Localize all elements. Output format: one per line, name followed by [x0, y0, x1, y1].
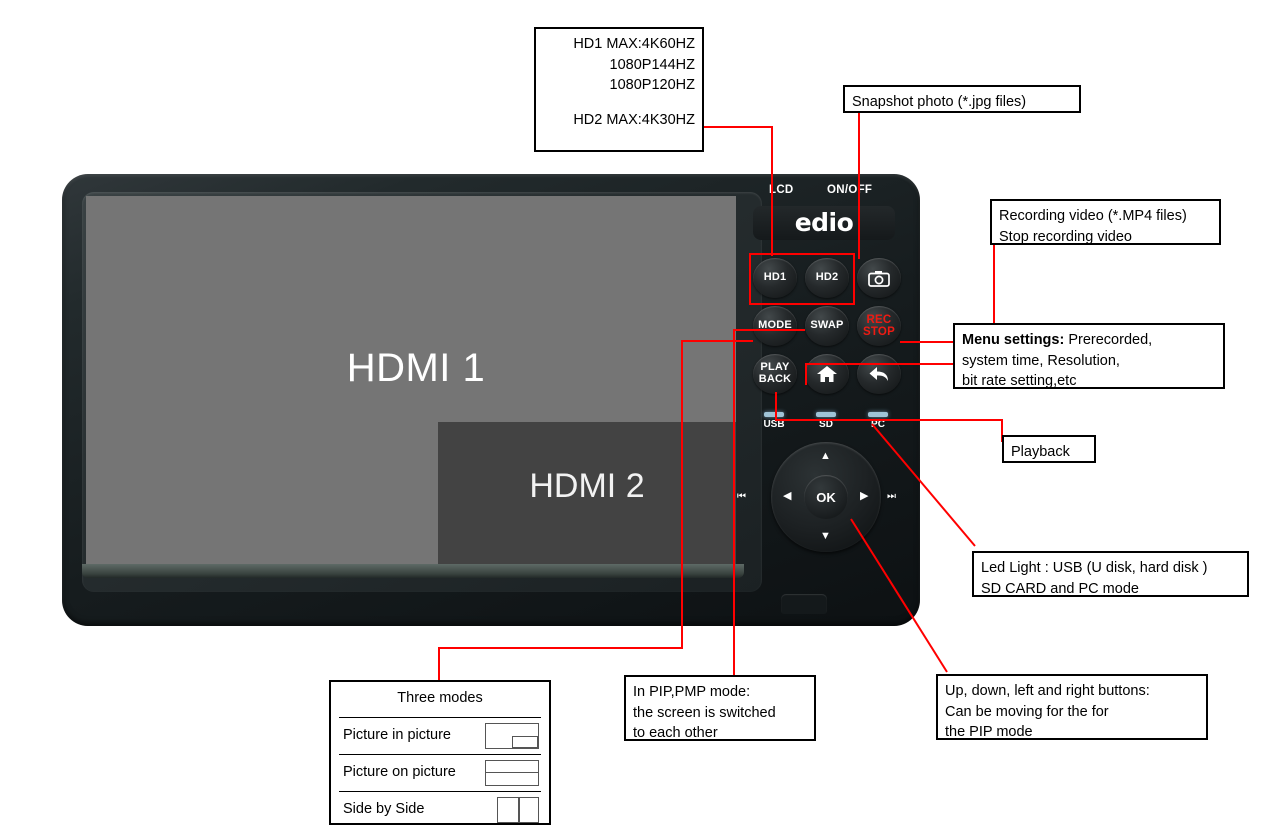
led-line2: SD CARD and PC mode	[981, 580, 1139, 597]
swap-note-line2: the screen is switched	[633, 704, 776, 721]
callout-three-modes: Three modes Picture in picture Picture o…	[329, 680, 551, 825]
diagram-canvas: HDMI 1 HDMI 2 LCD ON/OFF edio HD1 HD2 MO…	[0, 0, 1275, 839]
mode-label-pip: Picture in picture	[343, 727, 451, 744]
callout-led-light: Led Light : USB (U disk, hard disk ) SD …	[972, 551, 1249, 597]
hd-res-line1: HD1 MAX:4K60HZ	[573, 36, 695, 52]
menu-settings-line3: bit rate setting,etc	[962, 373, 1077, 390]
leader-modes-h	[438, 647, 683, 649]
led-line1: Led Light : USB (U disk, hard disk )	[981, 560, 1208, 576]
dpad-note-line2: Can be moving for the for	[945, 703, 1109, 720]
pop-icon	[485, 759, 539, 786]
callout-playback: Playback	[1002, 435, 1096, 463]
leader-swap-v	[733, 329, 735, 675]
dpad-note-line3: the PIP mode	[945, 724, 1033, 741]
recording-line1: Recording video (*.MP4 files)	[999, 208, 1187, 224]
menu-settings-bold: Menu settings:	[962, 332, 1065, 348]
callout-hd-resolutions: HD1 MAX:4K60HZ 1080P144HZ 1080P120HZ HD2…	[534, 27, 704, 152]
leader-swap-h	[733, 329, 805, 331]
callout-recording: Recording video (*.MP4 files) Stop recor…	[990, 199, 1221, 245]
menu-settings-line2: system time, Resolution,	[962, 352, 1120, 369]
swap-note-line1: In PIP,PMP mode:	[633, 684, 751, 700]
three-modes-row: Picture on picture	[339, 753, 541, 791]
recording-line2: Stop recording video	[999, 228, 1132, 245]
swap-note-line3: to each other	[633, 725, 718, 742]
leader-modes-h2	[681, 340, 753, 342]
mode-label-sbs: Side by Side	[343, 801, 425, 818]
three-modes-row: Picture in picture	[339, 716, 541, 754]
pip-icon	[485, 722, 539, 749]
callout-menu-settings: Menu settings: Prerecorded, system time,…	[953, 323, 1225, 389]
playback-text: Playback	[1011, 444, 1070, 460]
callout-snapshot: Snapshot photo (*.jpg files)	[843, 85, 1081, 113]
leader-modes-v2	[681, 340, 683, 647]
sbs-icon	[497, 796, 539, 823]
callout-dpad-note: Up, down, left and right buttons: Can be…	[936, 674, 1208, 740]
mode-label-pop: Picture on picture	[343, 764, 456, 781]
leader-modes-v1	[438, 647, 440, 680]
snapshot-text: Snapshot photo (*.jpg files)	[852, 94, 1027, 110]
hd-res-line3: 1080P120HZ	[609, 77, 695, 94]
menu-settings-rest: Prerecorded,	[1064, 332, 1153, 348]
three-modes-title: Three modes	[397, 690, 483, 706]
three-modes-row: Side by Side	[339, 790, 541, 828]
dpad-note-line1: Up, down, left and right buttons:	[945, 683, 1150, 699]
hd-res-line2: 1080P144HZ	[609, 56, 695, 73]
hd-res-line5: HD2 MAX:4K30HZ	[573, 111, 695, 128]
callout-swap-note: In PIP,PMP mode: the screen is switched …	[624, 675, 816, 741]
